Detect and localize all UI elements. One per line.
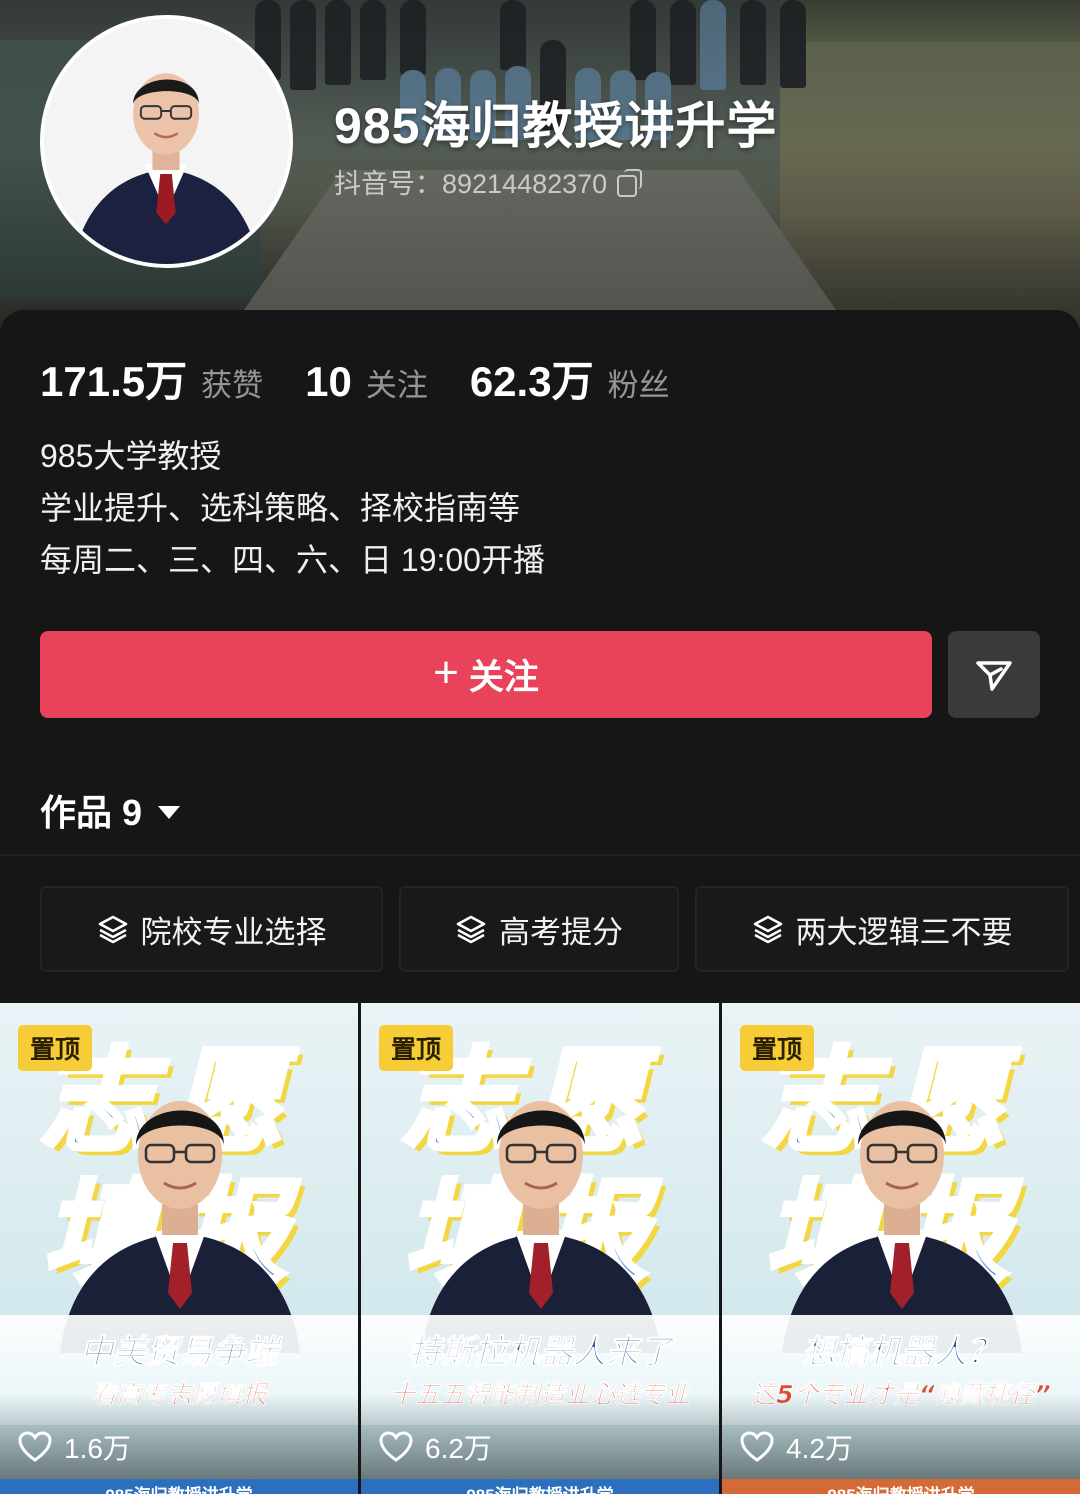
pinned-badge: 置顶 <box>18 1025 93 1071</box>
likes-count: 6.2万 <box>425 1433 492 1464</box>
author-strip: 985海归教授讲升学 <box>722 1479 1080 1494</box>
presenter-image <box>782 1101 1022 1353</box>
video-card[interactable]: 志愿 填报 置顶 中美贸易争端 看高考志愿填报 <box>0 1003 358 1494</box>
stat-value: 171.5万 <box>40 358 188 405</box>
stat-label: 获赞 <box>201 368 264 403</box>
divider <box>0 854 1080 856</box>
thumb-caption-main: 中美贸易争端 <box>80 1332 279 1372</box>
stat-followers[interactable]: 62.3万 粉丝 <box>470 348 670 409</box>
likes-count: 1.6万 <box>64 1433 131 1464</box>
author-name: 985海归教授讲升学 <box>105 1481 252 1494</box>
stat-following[interactable]: 10 关注 <box>305 358 428 406</box>
heart-icon <box>740 1431 774 1462</box>
stat-value: 62.3万 <box>469 358 594 405</box>
video-grid: 志愿 填报 置顶 中美贸易争端 看高考志愿填报 <box>0 1003 1080 1494</box>
collection-score-boost[interactable]: 高考提分 <box>399 886 679 972</box>
copy-icon[interactable] <box>617 168 643 197</box>
stat-value: 10 <box>305 358 352 405</box>
follow-button[interactable]: + 关注 <box>40 631 932 718</box>
stats-row: 171.5万 获赞 10 关注 62.3万 粉丝 <box>40 348 670 409</box>
collections-row: 院校专业选择 高考提分 两大逻辑三不要 <box>40 886 1069 972</box>
thumb-caption-main: 想搞机器人？ <box>802 1332 1001 1372</box>
thumb-caption-main: 特斯拉机器人来了 <box>408 1332 673 1372</box>
video-card[interactable]: 志愿 填报 置顶 特斯拉机器人来了 十五五智能制造业必选专业 <box>361 1003 719 1494</box>
video-card[interactable]: 志愿 填报 置顶 想搞机器人？ 这5个专业才是“隐藏捷径” <box>722 1003 1080 1494</box>
author-name: 985海归教授讲升学 <box>827 1481 974 1494</box>
author-name: 985海归教授讲升学 <box>466 1481 613 1494</box>
author-strip: 985海归教授讲升学 <box>361 1479 719 1494</box>
stat-label: 粉丝 <box>607 368 670 403</box>
layers-icon <box>456 915 486 944</box>
avatar[interactable] <box>40 15 293 268</box>
collection-logic[interactable]: 两大逻辑三不要 <box>695 886 1069 972</box>
caret-down-icon <box>158 805 181 819</box>
profile-card: 171.5万 获赞 10 关注 62.3万 粉丝 985大学教授 学业提升、选科… <box>0 310 1080 1494</box>
likes-count: 4.2万 <box>786 1433 853 1464</box>
presenter-image <box>60 1101 300 1353</box>
collection-label: 高考提分 <box>499 914 623 950</box>
bio-line: 985大学教授 <box>40 438 222 474</box>
layers-icon <box>753 915 782 944</box>
heart-icon <box>18 1431 52 1462</box>
heart-icon <box>379 1431 413 1462</box>
pinned-badge: 置顶 <box>379 1025 454 1071</box>
works-tab[interactable]: 作品 9 <box>40 784 181 836</box>
video-likes: 4.2万 <box>740 1427 853 1467</box>
video-likes: 1.6万 <box>18 1427 131 1467</box>
collection-school-major[interactable]: 院校专业选择 <box>40 886 383 972</box>
profile-nickname: 985海归教授讲升学 <box>334 98 778 154</box>
stat-label: 关注 <box>365 368 428 403</box>
presenter-image <box>421 1101 661 1353</box>
follow-label: 关注 <box>468 658 539 697</box>
author-strip: 985海归教授讲升学 <box>0 1479 358 1494</box>
bio-line: 学业提升、选科策略、择校指南等 <box>40 490 521 526</box>
collection-label: 院校专业选择 <box>140 914 327 950</box>
avatar-portrait <box>44 19 289 264</box>
bio-line: 每周二、三、四、六、日 19:00开播 <box>40 542 545 578</box>
stat-likes[interactable]: 171.5万 获赞 <box>40 348 263 409</box>
works-tab-label: 作品 9 <box>40 792 143 833</box>
share-button[interactable] <box>948 631 1040 718</box>
layers-icon <box>98 915 127 944</box>
pinned-badge: 置顶 <box>740 1025 815 1071</box>
plus-icon: + <box>433 647 459 697</box>
douyin-id-text: 抖音号：89214482370 <box>334 169 608 199</box>
video-likes: 6.2万 <box>379 1427 492 1467</box>
send-icon <box>976 660 1012 691</box>
douyin-id[interactable]: 抖音号：89214482370 <box>334 162 643 201</box>
profile-bio: 985大学教授 学业提升、选科策略、择校指南等 每周二、三、四、六、日 19:0… <box>40 430 545 586</box>
collection-label: 两大逻辑三不要 <box>795 914 1013 950</box>
